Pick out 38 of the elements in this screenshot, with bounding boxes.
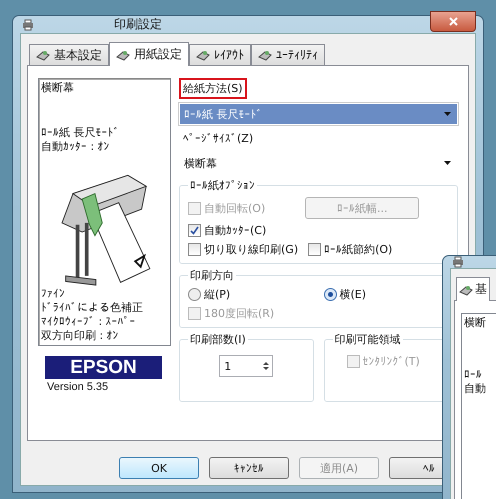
check-icon xyxy=(190,226,199,235)
dropdown-arrow-icon xyxy=(444,112,451,116)
radio-button[interactable]: 横(E) xyxy=(324,287,366,302)
dialog-button[interactable]: OK xyxy=(119,457,199,479)
tab[interactable]: ﾚｲｱｳﾄ xyxy=(189,44,251,65)
summary-line: ﾄﾞﾗｲﾊﾞによる色補正 xyxy=(41,301,144,315)
summary-line: ﾏｲｸﾛｳｨｰﾌﾞ : ｽｰﾊﾟｰ xyxy=(41,315,137,329)
group-title: 印刷方向 xyxy=(189,268,235,283)
tab[interactable]: 基本設定 xyxy=(29,44,109,65)
summary-line: 自動ｶｯﾀｰ : ｵﾝ xyxy=(41,140,111,154)
summary-line: ﾌｧｲﾝ xyxy=(41,287,66,301)
group-title: 印刷部数(I) xyxy=(189,332,247,347)
tab[interactable]: ﾕｰﾃｨﾘﾃｨ xyxy=(251,44,325,65)
checkbox[interactable]: 自動ｶｯﾀｰ(C) xyxy=(188,223,449,238)
radio-button[interactable]: 縦(P) xyxy=(188,287,230,302)
group-title: ﾛｰﾙ紙ｵﾌﾟｼｮﾝ xyxy=(189,178,256,193)
version-text: Version 5.35 xyxy=(47,381,110,393)
checkbox[interactable]: 切り取り線印刷(G) xyxy=(188,242,298,257)
summary-line: ﾛｰﾙ紙 長尺ﾓｰﾄﾞ xyxy=(41,126,120,140)
field-label: ﾍﾟｰｼﾞｻｲｽﾞ(Z) xyxy=(182,131,254,147)
close-icon xyxy=(448,17,458,26)
epson-logo: EPSON xyxy=(45,356,162,379)
window-title: 印刷設定 xyxy=(114,16,162,33)
summary-line: 横断 xyxy=(464,316,487,330)
copies-spinner[interactable]: 1 xyxy=(219,355,274,377)
summary-title: 横断幕 xyxy=(41,81,75,95)
summary-line: 双方向印刷 : ｵﾝ xyxy=(41,329,120,343)
spin-arrows-icon xyxy=(263,361,270,371)
dialog-button[interactable]: ｷｬﾝｾﾙ xyxy=(209,457,289,479)
field-label: 給紙方法(S) xyxy=(179,78,247,99)
dropdown-arrow-icon xyxy=(444,161,451,165)
summary-line: ﾛｰﾙ xyxy=(464,368,483,382)
tab[interactable]: 用紙設定 xyxy=(109,42,189,66)
tab[interactable]: 基 xyxy=(456,277,490,301)
summary-line: 自動 xyxy=(464,382,487,396)
checkbox[interactable]: ﾛｰﾙ紙節約(O) xyxy=(308,242,392,257)
close-button[interactable] xyxy=(430,11,476,32)
group-title: 印刷可能領域 xyxy=(334,332,402,347)
